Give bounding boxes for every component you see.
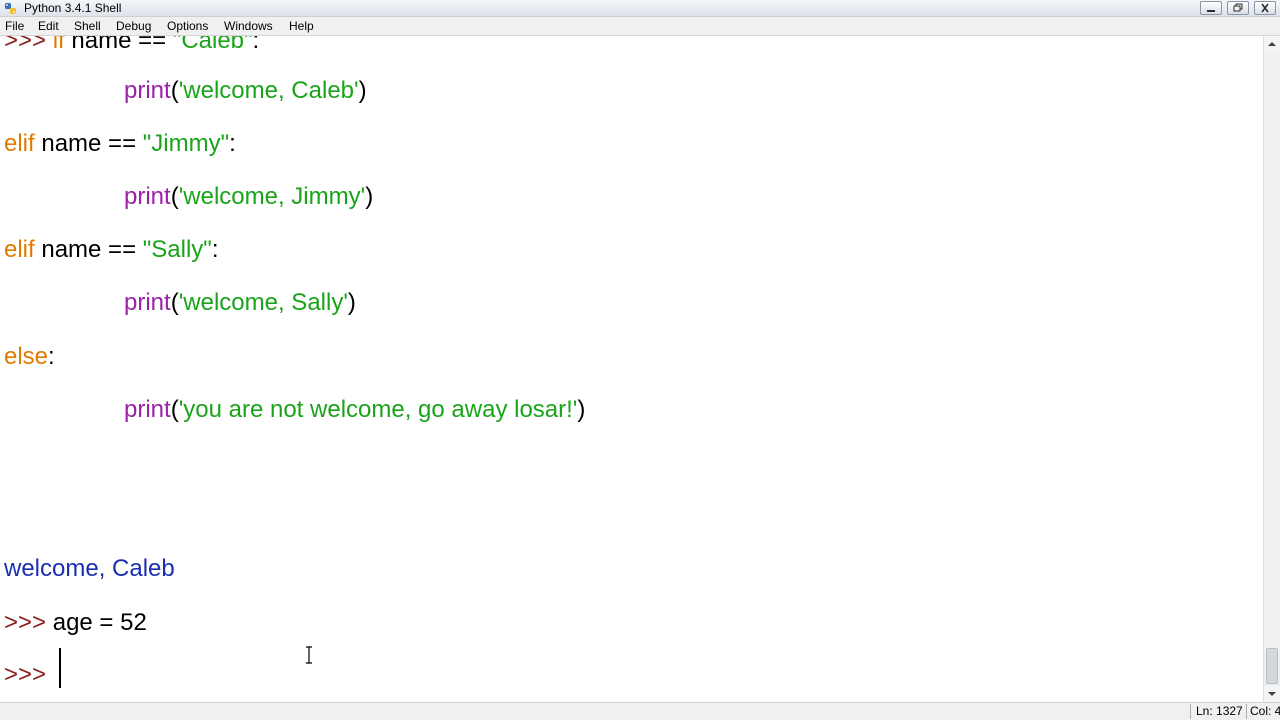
title-bar[interactable]: Python 3.4.1 Shell: [0, 0, 1280, 17]
paren-open: (: [170, 77, 179, 104]
menu-bar: File Edit Shell Debug Options Windows He…: [0, 17, 1280, 36]
close-icon: [1261, 3, 1269, 13]
menu-debug[interactable]: Debug: [116, 19, 151, 34]
close-button[interactable]: [1254, 1, 1276, 15]
code-text: name ==: [34, 236, 143, 263]
paren-close: ): [365, 183, 374, 210]
program-output: welcome, Caleb: [4, 555, 175, 582]
shell-prompt: >>>: [4, 36, 53, 54]
shell-text-area[interactable]: >>> if name == "Caleb": print('welcome, …: [0, 36, 1263, 702]
restore-icon: [1233, 3, 1243, 12]
arrow-down-icon: [1268, 692, 1276, 696]
code-line-print-else: print('you are not welcome, go away losa…: [124, 395, 585, 425]
minimize-button[interactable]: [1200, 1, 1222, 15]
keyword-if: if: [52, 36, 65, 54]
paren-open: (: [170, 183, 179, 210]
builtin-print: print: [124, 289, 171, 316]
builtin-print: print: [124, 77, 171, 104]
code-line-else: else:: [4, 342, 55, 372]
menu-file[interactable]: File: [5, 19, 24, 34]
menu-edit[interactable]: Edit: [38, 19, 59, 34]
paren-close: ): [577, 396, 586, 423]
code-text: age = 52: [52, 609, 147, 636]
code-line-age: >>> age = 52: [4, 608, 147, 638]
builtin-print: print: [124, 183, 171, 210]
text-caret: [59, 648, 61, 688]
string-literal: "Jimmy": [142, 130, 230, 157]
colon: :: [252, 36, 260, 54]
string-literal: 'welcome, Sally': [178, 289, 348, 316]
code-line-if: >>> if name == "Caleb":: [4, 36, 259, 56]
string-literal: "Sally": [142, 236, 212, 263]
builtin-print: print: [124, 396, 171, 423]
string-literal: "Caleb": [172, 36, 253, 54]
python-icon: [5, 3, 16, 14]
scroll-down-button[interactable]: [1264, 686, 1280, 702]
scroll-up-button[interactable]: [1264, 36, 1280, 52]
status-column-number: Col: 4: [1246, 704, 1280, 719]
shell-prompt: >>>: [4, 661, 53, 688]
vertical-scrollbar[interactable]: [1263, 36, 1280, 702]
colon: :: [229, 130, 236, 157]
paren-open: (: [170, 396, 179, 423]
code-line-print-caleb: print('welcome, Caleb'): [124, 76, 367, 106]
code-line-print-jimmy: print('welcome, Jimmy'): [124, 182, 373, 212]
keyword-else: else: [4, 343, 49, 370]
window-title: Python 3.4.1 Shell: [24, 1, 122, 15]
restore-button[interactable]: [1227, 1, 1249, 15]
scroll-thumb[interactable]: [1266, 648, 1278, 684]
paren-close: ): [347, 289, 356, 316]
string-literal: 'welcome, Jimmy': [178, 183, 366, 210]
code-line-elif-jimmy: elif name == "Jimmy":: [4, 129, 236, 159]
colon: :: [211, 236, 219, 263]
menu-windows[interactable]: Windows: [224, 19, 273, 34]
code-line-elif-sally: elif name == "Sally":: [4, 235, 219, 265]
keyword-elif: elif: [4, 130, 35, 157]
arrow-up-icon: [1268, 42, 1276, 46]
code-text: name ==: [64, 36, 173, 54]
code-line-current: >>>: [4, 660, 53, 690]
menu-options[interactable]: Options: [167, 19, 208, 34]
code-line-print-sally: print('welcome, Sally'): [124, 288, 356, 318]
status-line-number: Ln: 1327: [1190, 704, 1246, 719]
minimize-icon: [1207, 10, 1215, 12]
colon: :: [48, 343, 55, 370]
paren-close: ): [358, 77, 367, 104]
paren-open: (: [170, 289, 179, 316]
menu-shell[interactable]: Shell: [74, 19, 101, 34]
menu-help[interactable]: Help: [289, 19, 314, 34]
status-bar: Ln: 1327 Col: 4: [0, 702, 1280, 720]
shell-prompt: >>>: [4, 609, 53, 636]
keyword-elif: elif: [4, 236, 35, 263]
string-literal: 'welcome, Caleb': [178, 77, 359, 104]
code-text: name ==: [34, 130, 143, 157]
text-cursor-icon: [306, 646, 312, 664]
idle-shell-window: Python 3.4.1 Shell File Edit Shell Debug…: [0, 0, 1280, 720]
string-literal: 'you are not welcome, go away losar!': [178, 396, 578, 423]
